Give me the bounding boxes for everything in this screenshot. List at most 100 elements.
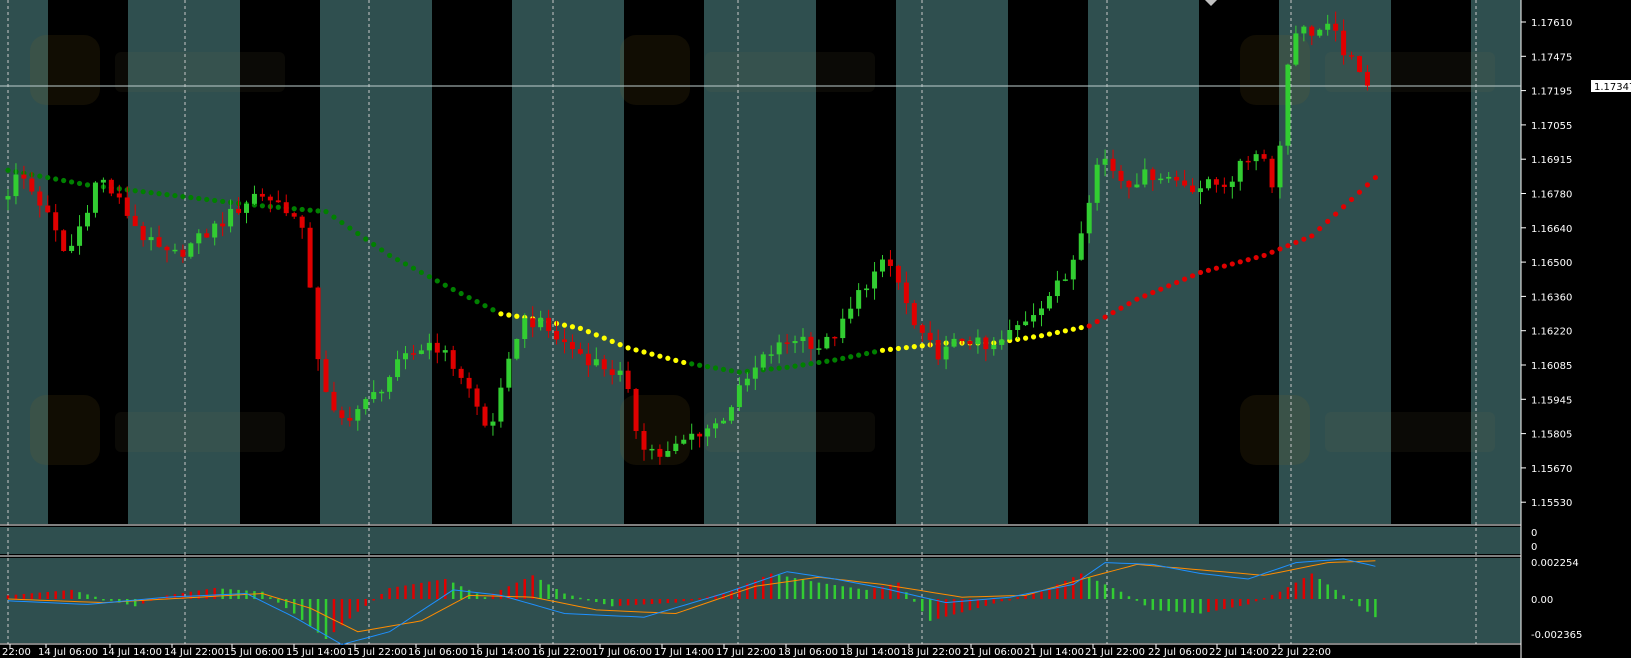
time-axis[interactable]: 22:00 14 Jul 06:00 14 Jul 14:00 14 Jul 22:0… — [2, 644, 1331, 658]
candle-body — [347, 417, 353, 421]
candle-body — [514, 339, 520, 359]
candle-body — [363, 399, 369, 410]
candle-body — [69, 245, 75, 251]
ma-point — [697, 362, 703, 368]
ma-point — [1182, 276, 1188, 282]
ma-point — [1046, 331, 1053, 337]
ma-point — [728, 368, 735, 374]
ma-point — [1134, 296, 1140, 302]
session-band — [1088, 0, 1199, 524]
candle-body — [1023, 321, 1029, 326]
ma-point — [37, 173, 43, 179]
candle-body — [808, 336, 814, 349]
ma-point — [625, 345, 631, 351]
candle-body — [1158, 178, 1164, 181]
price-axis[interactable]: 1.17610 1.17475 1.17195 1.17055 1.16915 1.167… — [1521, 18, 1572, 509]
candle-body — [657, 448, 663, 457]
macd-window-bg — [0, 558, 1521, 643]
candle-body — [339, 410, 345, 418]
ma-point — [1142, 293, 1148, 299]
time-label: 17 Jul 06:00 — [592, 647, 652, 658]
time-label: 22 Jul 14:00 — [1209, 647, 1269, 658]
candle-body — [895, 265, 901, 283]
ma-point — [887, 346, 894, 352]
candle-body — [1078, 233, 1084, 260]
ma-point — [212, 197, 218, 204]
candle-body — [816, 348, 822, 350]
candle-body — [530, 318, 536, 328]
candle-body — [1190, 185, 1196, 193]
ma-point — [466, 294, 472, 301]
ma-point — [291, 206, 297, 212]
ma-point — [577, 325, 584, 331]
ma-point — [1030, 334, 1037, 340]
candle-body — [1031, 315, 1037, 322]
ma-point — [1038, 333, 1045, 339]
candle-body — [864, 288, 870, 291]
candle-body — [1213, 179, 1219, 185]
ma-point — [911, 344, 917, 350]
candle-body — [490, 421, 496, 426]
ma-point — [585, 329, 591, 335]
candle-body — [188, 243, 194, 257]
candle-body — [951, 338, 957, 347]
time-label: 18 Jul 22:00 — [901, 647, 961, 658]
ma-point — [1070, 326, 1076, 332]
ma-point — [498, 311, 504, 317]
candle-body — [395, 359, 401, 378]
price-label: 1.16220 — [1531, 327, 1572, 338]
ma-point — [768, 366, 774, 372]
ma-point — [474, 299, 480, 305]
candle-body — [132, 215, 138, 227]
candle-body — [975, 337, 981, 345]
candle-body — [1309, 26, 1315, 36]
candle-body — [617, 370, 623, 375]
candle-body — [880, 259, 885, 272]
time-label: 22:00 — [2, 647, 31, 658]
ma-point — [84, 182, 91, 188]
ma-point — [1197, 269, 1204, 276]
price-label: 1.15805 — [1531, 430, 1572, 441]
candle-body — [498, 387, 504, 422]
ma-point — [275, 204, 281, 210]
time-label: 17 Jul 22:00 — [716, 647, 776, 658]
ma-point — [1102, 314, 1108, 320]
candle-body — [1357, 56, 1362, 72]
ma-point — [736, 369, 743, 375]
ma-point — [712, 365, 719, 371]
candle-body — [1007, 330, 1013, 340]
candle-body — [140, 226, 146, 241]
candle-body — [633, 389, 639, 432]
ma-point — [689, 361, 695, 367]
ma-point — [410, 265, 417, 271]
candle-body — [164, 246, 170, 251]
candle-body — [355, 409, 361, 421]
candle-body — [1205, 179, 1211, 189]
ma-point — [871, 349, 878, 355]
time-label: 18 Jul 06:00 — [778, 647, 838, 658]
candle-body — [228, 208, 234, 227]
ma-point — [617, 342, 623, 348]
candle-body — [983, 337, 989, 350]
candle-body — [1333, 23, 1339, 31]
ma-point — [45, 174, 51, 181]
ma-point — [1126, 301, 1132, 307]
candle-body — [887, 259, 893, 266]
candle-body — [1118, 170, 1124, 181]
ma-point — [1245, 257, 1251, 263]
candle-body — [959, 338, 965, 341]
candle-body — [1094, 164, 1100, 203]
candle-body — [1126, 180, 1132, 188]
ma-point — [323, 209, 329, 215]
candle-body — [13, 174, 19, 197]
candle-body — [307, 227, 313, 288]
candle-body — [538, 317, 544, 328]
candle-body — [482, 406, 488, 426]
candle-body — [554, 331, 560, 340]
candle-body — [601, 359, 607, 370]
session-bands-sub1 — [0, 527, 1521, 554]
candle-body — [1062, 279, 1068, 281]
session-band — [320, 0, 432, 524]
chart-window[interactable]: 1.17610 1.17475 1.17195 1.17055 1.16915 1.167… — [0, 0, 1631, 658]
ma-point — [1062, 328, 1068, 334]
